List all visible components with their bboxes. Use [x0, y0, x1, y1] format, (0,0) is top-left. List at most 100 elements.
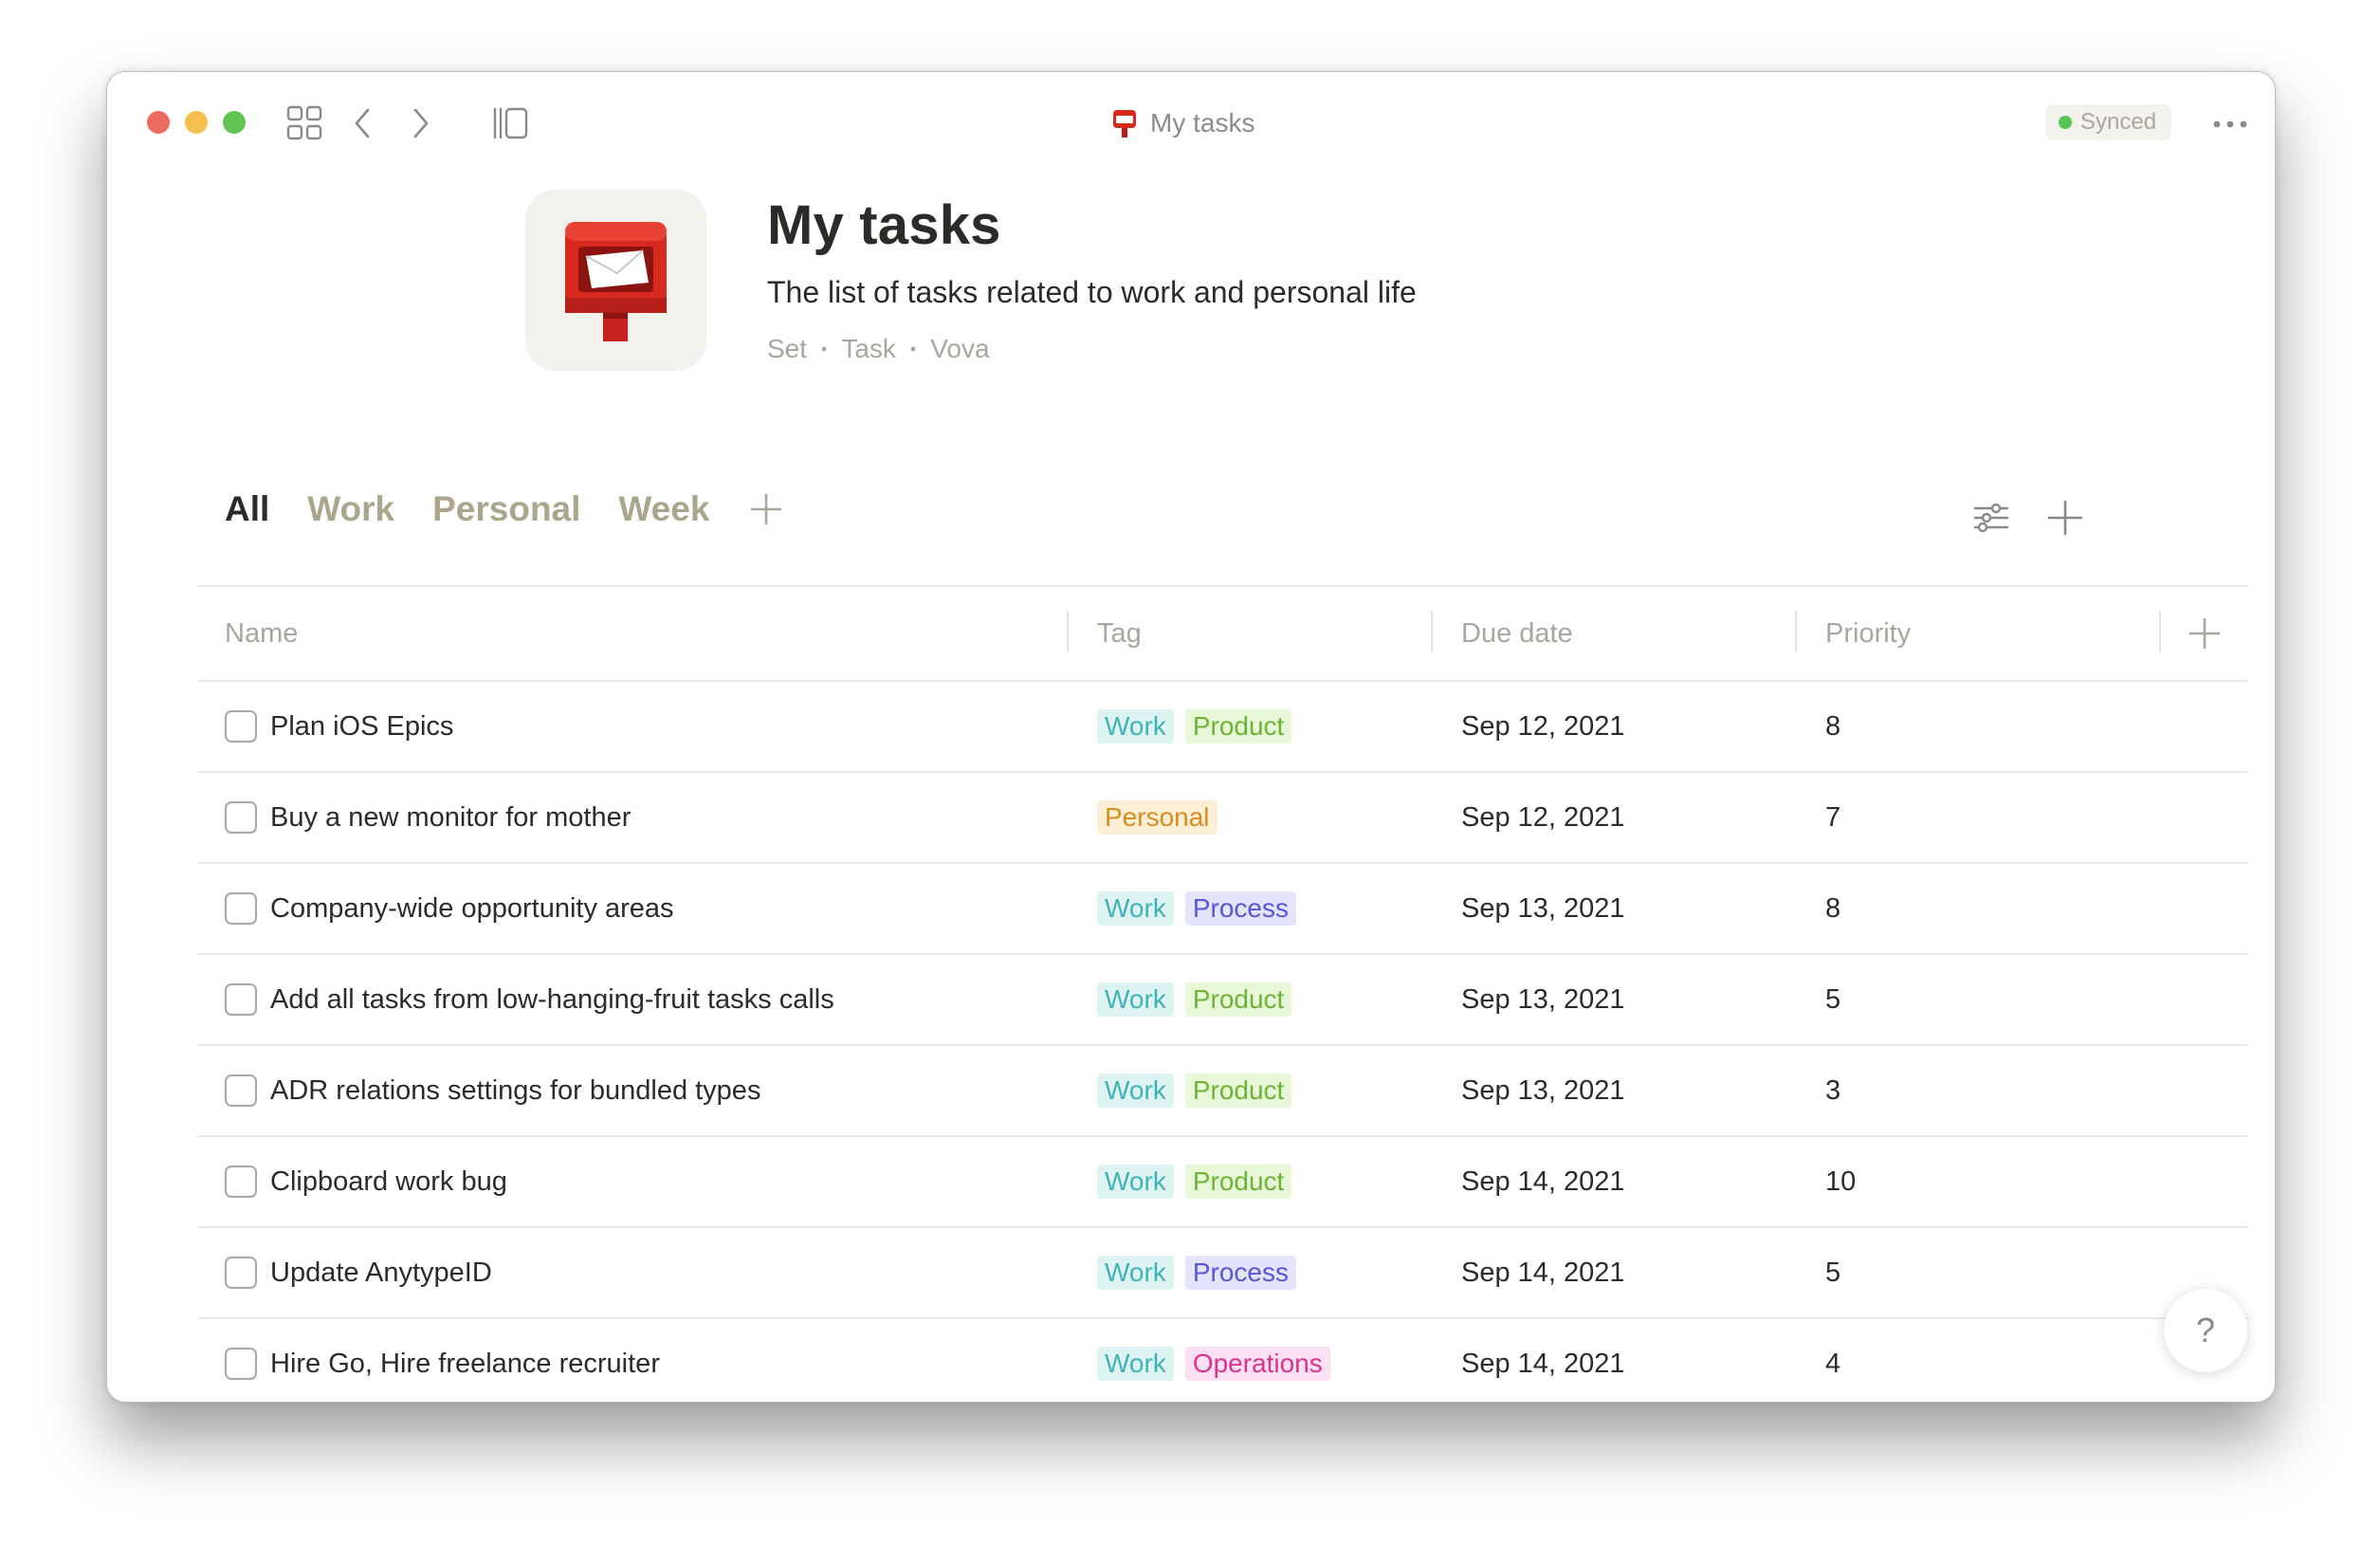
help-button[interactable]: ? [2164, 1289, 2247, 1372]
priority-cell[interactable]: 8 [1825, 682, 1840, 771]
meta-separator: • [821, 339, 828, 358]
task-name[interactable]: Buy a new monitor for mother [270, 773, 631, 862]
window-title: My tasks [1112, 101, 1254, 146]
table-row[interactable]: Company-wide opportunity areas Work Proces… [198, 864, 2248, 955]
tag-cell[interactable]: Work Product [1097, 682, 1292, 771]
due-date-cell[interactable]: Sep 14, 2021 [1461, 1137, 1625, 1226]
table-row[interactable]: Add all tasks from low-hanging-fruit tas… [198, 955, 2248, 1046]
sync-status-badge[interactable]: Synced [2045, 104, 2172, 140]
tag-chip: Work [1097, 1074, 1174, 1108]
table-row[interactable]: ADR relations settings for bundled types… [198, 1046, 2248, 1137]
forward-icon[interactable] [399, 102, 441, 144]
priority-cell[interactable]: 5 [1825, 1228, 1840, 1317]
task-checkbox[interactable] [225, 710, 257, 743]
window-title-text: My tasks [1150, 108, 1255, 138]
priority-cell[interactable]: 8 [1825, 864, 1840, 953]
tag-chip: Work [1097, 1165, 1174, 1199]
table-row[interactable]: Hire Go, Hire freelance recruiter Work Ope… [198, 1319, 2248, 1402]
meta-separator: • [909, 339, 917, 358]
task-checkbox[interactable] [225, 983, 257, 1016]
add-object-icon[interactable] [2044, 497, 2086, 539]
tag-cell[interactable]: Work Product [1097, 1046, 1292, 1135]
tag-cell[interactable]: Work Process [1097, 1228, 1296, 1317]
meta-author[interactable]: Vova [930, 334, 989, 364]
sync-status-dot [2059, 116, 2072, 129]
task-name[interactable]: ADR relations settings for bundled types [270, 1046, 760, 1135]
table-header-row: Name Tag Due date Priority [198, 585, 2248, 682]
task-checkbox[interactable] [225, 801, 257, 834]
task-checkbox[interactable] [225, 892, 257, 925]
tag-chip: Personal [1097, 800, 1217, 835]
meta-set-of[interactable]: Task [841, 334, 896, 364]
tag-cell[interactable]: Personal [1097, 773, 1217, 862]
table-row[interactable]: Plan iOS Epics Work Product Sep 12, 2021 8 [198, 682, 2248, 773]
table-row[interactable]: Clipboard work bug Work Product Sep 14, 202… [198, 1137, 2248, 1228]
tab-work[interactable]: Work [307, 489, 394, 529]
object-icon[interactable] [525, 190, 706, 371]
task-checkbox[interactable] [225, 1074, 257, 1107]
priority-cell[interactable]: 4 [1825, 1319, 1840, 1402]
task-name[interactable]: Clipboard work bug [270, 1137, 507, 1226]
dashboard-icon[interactable] [284, 102, 325, 144]
minimize-window-button[interactable] [185, 111, 208, 134]
task-name[interactable]: Plan iOS Epics [270, 682, 453, 771]
tag-cell[interactable]: Work Operations [1097, 1319, 1330, 1402]
due-date-cell[interactable]: Sep 13, 2021 [1461, 955, 1625, 1044]
task-name[interactable]: Update AnytypeID [270, 1228, 492, 1317]
object-meta: Set • Task • Vova [767, 334, 990, 364]
due-date-cell[interactable]: Sep 12, 2021 [1461, 682, 1625, 771]
back-icon[interactable] [342, 102, 384, 144]
tag-chip: Product [1184, 1074, 1292, 1108]
tag-cell[interactable]: Work Product [1097, 1137, 1292, 1226]
page-title[interactable]: My tasks [767, 193, 1001, 257]
due-date-cell[interactable]: Sep 14, 2021 [1461, 1319, 1625, 1402]
tag-chip: Work [1097, 709, 1174, 743]
priority-cell[interactable]: 3 [1825, 1046, 1840, 1135]
task-checkbox[interactable] [225, 1348, 257, 1380]
sidebar-icon[interactable] [489, 102, 531, 144]
task-name[interactable]: Company-wide opportunity areas [270, 864, 674, 953]
tag-chip: Process [1184, 891, 1296, 926]
column-divider [1795, 611, 1797, 652]
sync-status-label: Synced [2080, 109, 2157, 135]
tag-chip: Operations [1184, 1347, 1330, 1381]
postbox-icon [1113, 110, 1136, 138]
priority-cell[interactable]: 5 [1825, 955, 1840, 1044]
add-view-icon[interactable] [747, 490, 785, 528]
task-name[interactable]: Add all tasks from low-hanging-fruit tas… [270, 955, 834, 1044]
column-header-name[interactable]: Name [225, 587, 298, 680]
due-date-cell[interactable]: Sep 13, 2021 [1461, 864, 1625, 953]
column-header-due-date[interactable]: Due date [1461, 587, 1573, 680]
task-name[interactable]: Hire Go, Hire freelance recruiter [270, 1319, 660, 1402]
priority-cell[interactable]: 7 [1825, 773, 1840, 862]
tab-all[interactable]: All [225, 489, 269, 529]
task-checkbox[interactable] [225, 1257, 257, 1289]
task-checkbox[interactable] [225, 1166, 257, 1198]
add-column-icon[interactable] [2186, 615, 2224, 652]
due-date-cell[interactable]: Sep 12, 2021 [1461, 773, 1625, 862]
tasks-table: Name Tag Due date Priority Plan iOS Epic… [198, 585, 2248, 1402]
page-description[interactable]: The list of tasks related to work and pe… [767, 275, 1417, 310]
tag-cell[interactable]: Work Product [1097, 955, 1292, 1044]
close-window-button[interactable] [147, 111, 170, 134]
tag-chip: Work [1097, 1347, 1174, 1381]
tag-chip: Product [1184, 1165, 1292, 1199]
priority-cell[interactable]: 10 [1825, 1137, 1856, 1226]
zoom-window-button[interactable] [223, 111, 246, 134]
column-header-tag[interactable]: Tag [1097, 587, 1142, 680]
tab-week[interactable]: Week [618, 489, 709, 529]
tag-cell[interactable]: Work Process [1097, 864, 1296, 953]
column-divider [2159, 611, 2161, 652]
more-icon[interactable] [2206, 110, 2254, 138]
table-body: Plan iOS Epics Work Product Sep 12, 2021 8 Bu… [198, 682, 2248, 1402]
table-row[interactable]: Update AnytypeID Work Process Sep 14, 2021 5 [198, 1228, 2248, 1319]
due-date-cell[interactable]: Sep 14, 2021 [1461, 1228, 1625, 1317]
column-header-priority[interactable]: Priority [1825, 587, 1911, 680]
due-date-cell[interactable]: Sep 13, 2021 [1461, 1046, 1625, 1135]
tab-personal[interactable]: Personal [432, 489, 580, 529]
meta-type[interactable]: Set [767, 334, 807, 364]
table-row[interactable]: Buy a new monitor for mother Personal Sep … [198, 773, 2248, 864]
app-window: My tasks Synced My tasks The list of tas… [106, 71, 2276, 1403]
column-divider [1067, 611, 1069, 652]
view-settings-icon[interactable] [1970, 497, 2012, 539]
